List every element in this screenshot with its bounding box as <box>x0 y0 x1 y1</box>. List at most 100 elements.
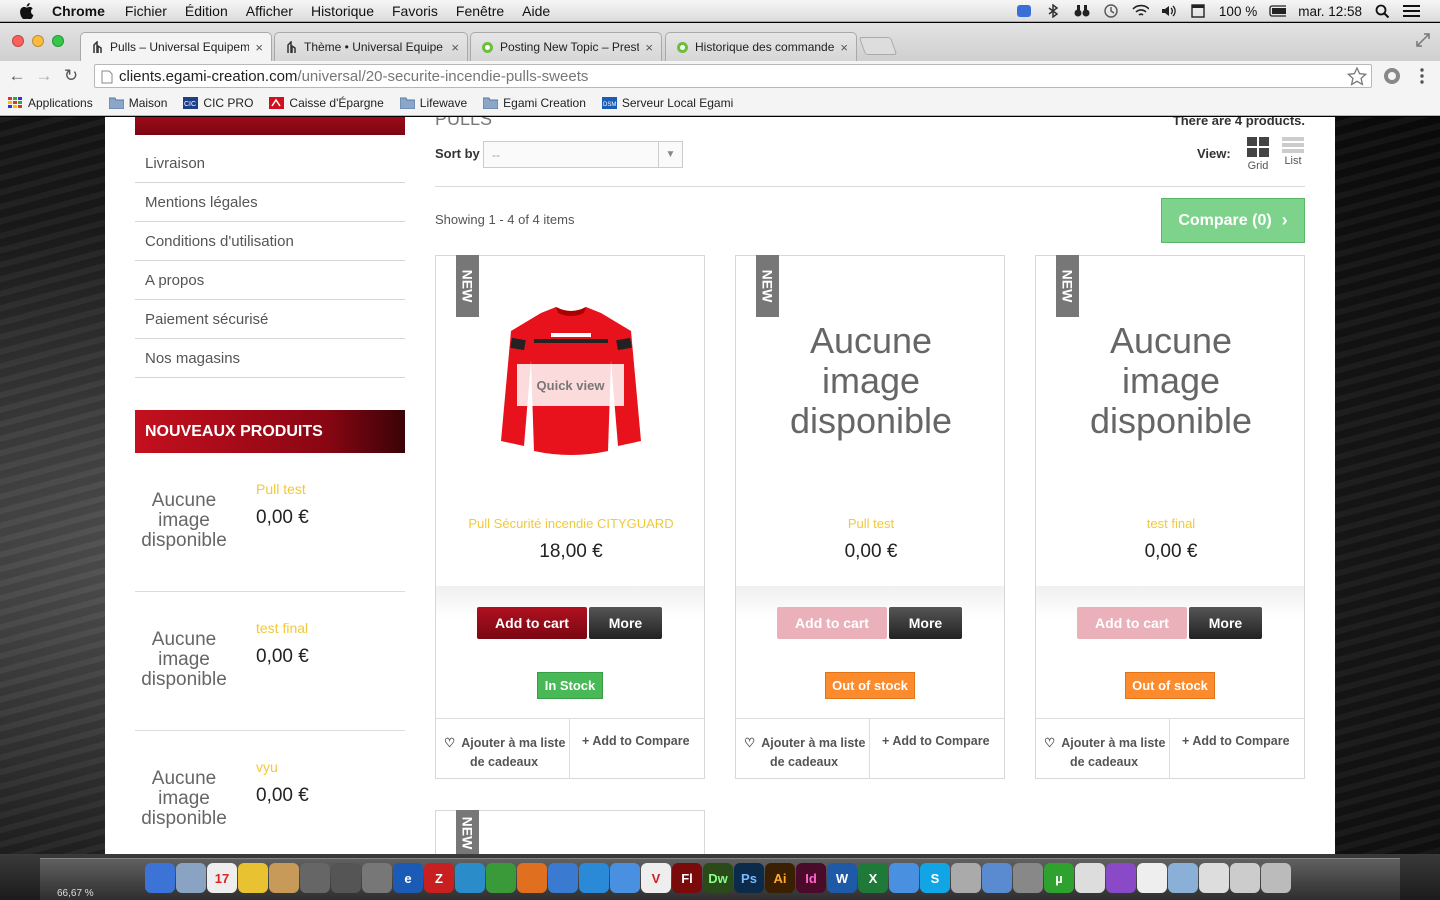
airport-icon[interactable] <box>1075 863 1105 893</box>
bookmark-star-icon[interactable] <box>1347 67 1367 86</box>
menu-fenetre[interactable]: Fenêtre <box>456 3 504 19</box>
sort-by-select[interactable]: -- ▼ <box>483 141 683 168</box>
utility-icon[interactable] <box>362 863 392 893</box>
contacts-icon[interactable] <box>269 863 299 893</box>
excel-icon[interactable]: X <box>858 863 888 893</box>
indesign-icon[interactable]: Id <box>796 863 826 893</box>
view-list-button[interactable]: List <box>1278 137 1308 167</box>
add-to-compare-link[interactable]: + Add to Compare <box>582 734 690 748</box>
folder-icon[interactable] <box>1168 863 1198 893</box>
chrome-menu-icon[interactable] <box>1419 68 1425 84</box>
product-name-link[interactable]: test final <box>256 620 308 636</box>
add-to-wishlist-link[interactable]: ♡ Ajouter à ma liste de cadeaux <box>1036 719 1170 779</box>
messages-icon[interactable] <box>889 863 919 893</box>
menu-aide[interactable]: Aide <box>522 3 550 19</box>
document-icon[interactable] <box>1137 863 1167 893</box>
filezilla-icon[interactable]: Z <box>424 863 454 893</box>
finder-icon[interactable] <box>145 863 175 893</box>
more-button[interactable]: More <box>1189 607 1262 639</box>
view-grid-button[interactable]: Grid <box>1243 137 1273 172</box>
vectorworks-icon[interactable]: V <box>641 863 671 893</box>
document-icon[interactable] <box>1230 863 1260 893</box>
product-image[interactable]: Aucune image disponible <box>1056 266 1286 496</box>
more-button[interactable]: More <box>889 607 962 639</box>
menu-favoris[interactable]: Favoris <box>392 3 438 19</box>
add-to-cart-button[interactable]: Add to cart <box>1077 607 1187 639</box>
back-arrow-icon[interactable]: ← <box>7 66 27 86</box>
menu-historique[interactable]: Historique <box>311 3 374 19</box>
product-name-link[interactable]: Pull Sécurité incendie CITYGUARD <box>436 516 706 531</box>
apple-icon[interactable] <box>20 2 36 19</box>
fullscreen-icon[interactable] <box>1416 33 1430 47</box>
tab-pulls[interactable]: Pulls – Universal Equipeme × <box>80 32 272 61</box>
add-to-wishlist-link[interactable]: ♡ Ajouter à ma liste de cadeaux <box>436 719 570 779</box>
app-icon[interactable] <box>951 863 981 893</box>
tab-theme[interactable]: Thème • Universal Equipe × <box>274 32 468 61</box>
itunes-icon[interactable] <box>982 863 1012 893</box>
notes-icon[interactable] <box>238 863 268 893</box>
add-to-cart-button[interactable]: Add to cart <box>477 607 587 639</box>
document-icon[interactable] <box>1199 863 1229 893</box>
word-icon[interactable]: W <box>827 863 857 893</box>
tab-posting-topic[interactable]: Posting New Topic – Presta × <box>470 32 662 61</box>
link-magasins[interactable]: Nos magasins <box>135 339 405 378</box>
menubar-clock[interactable]: mar. 12:58 <box>1298 4 1362 19</box>
chrome-icon[interactable] <box>486 863 516 893</box>
zoom-window-button[interactable] <box>52 35 64 47</box>
app-icon[interactable] <box>610 863 640 893</box>
calendar-app-icon[interactable]: 17 <box>207 863 237 893</box>
skype-icon[interactable]: S <box>920 863 950 893</box>
add-to-compare-link[interactable]: + Add to Compare <box>882 734 990 748</box>
time-machine-icon[interactable] <box>1103 4 1120 19</box>
product-name-link[interactable]: Pull test <box>256 481 306 497</box>
safari-icon[interactable] <box>548 863 578 893</box>
product-name-link[interactable]: Pull test <box>736 516 1006 531</box>
product-image[interactable]: Aucune image disponible <box>756 266 986 496</box>
binoculars-icon[interactable] <box>1074 4 1091 19</box>
utorrent-icon[interactable]: µ <box>1044 863 1074 893</box>
new-tab-button[interactable] <box>858 37 898 55</box>
battery-icon[interactable] <box>1269 4 1287 19</box>
volume-icon[interactable] <box>1161 4 1178 19</box>
tab-order-history[interactable]: Historique des commande × <box>665 32 857 61</box>
add-to-cart-button[interactable]: Add to cart <box>777 607 887 639</box>
product-thumbnail[interactable]: Aucune image disponible <box>135 769 233 829</box>
add-to-compare-link[interactable]: + Add to Compare <box>1182 734 1290 748</box>
internet-explorer-icon[interactable]: e <box>393 863 423 893</box>
bookmark-serveur-local[interactable]: DSM Serveur Local Egami <box>601 96 733 110</box>
flash-icon[interactable]: Fl <box>672 863 702 893</box>
link-conditions[interactable]: Conditions d'utilisation <box>135 222 405 261</box>
compare-button[interactable]: Compare (0) › <box>1161 198 1305 243</box>
more-button[interactable]: More <box>589 607 662 639</box>
quick-view-button[interactable]: Quick view <box>517 364 624 406</box>
bluetooth-icon[interactable] <box>1045 4 1062 19</box>
calendar-icon[interactable] <box>1190 4 1207 19</box>
address-bar[interactable]: clients.egami-creation.com/universal/20-… <box>94 64 1372 88</box>
close-window-button[interactable] <box>12 35 24 47</box>
extension-icon[interactable] <box>1383 67 1401 85</box>
wifi-icon[interactable] <box>1132 4 1149 19</box>
minimize-window-button[interactable] <box>32 35 44 47</box>
product-thumbnail[interactable]: Aucune image disponible <box>135 630 233 690</box>
close-tab-icon[interactable]: × <box>840 40 848 55</box>
system-preferences-icon[interactable] <box>1013 863 1043 893</box>
forward-arrow-icon[interactable]: → <box>34 66 54 86</box>
app-icon[interactable] <box>1106 863 1136 893</box>
close-tab-icon[interactable]: × <box>645 40 653 55</box>
product-thumbnail[interactable]: Aucune image disponible <box>135 491 233 551</box>
bookmark-caisse-epargne[interactable]: Caisse d'Épargne <box>269 96 384 110</box>
browser-icon[interactable] <box>455 863 485 893</box>
product-name-link[interactable]: test final <box>1036 516 1306 531</box>
battery-percentage[interactable]: 100 % <box>1219 4 1257 19</box>
close-tab-icon[interactable]: × <box>451 40 459 55</box>
link-paiement[interactable]: Paiement sécurisé <box>135 300 405 339</box>
utility-icon[interactable] <box>331 863 361 893</box>
bookmark-applications[interactable]: Applications <box>8 96 93 110</box>
teamviewer-icon[interactable] <box>579 863 609 893</box>
dreamweaver-icon[interactable]: Dw <box>703 863 733 893</box>
utility-icon[interactable] <box>300 863 330 893</box>
spotlight-search-icon[interactable] <box>1374 4 1391 19</box>
add-to-wishlist-link[interactable]: ♡ Ajouter à ma liste de cadeaux <box>736 719 870 779</box>
menu-fichier[interactable]: Fichier <box>125 3 167 19</box>
close-tab-icon[interactable]: × <box>255 40 263 55</box>
